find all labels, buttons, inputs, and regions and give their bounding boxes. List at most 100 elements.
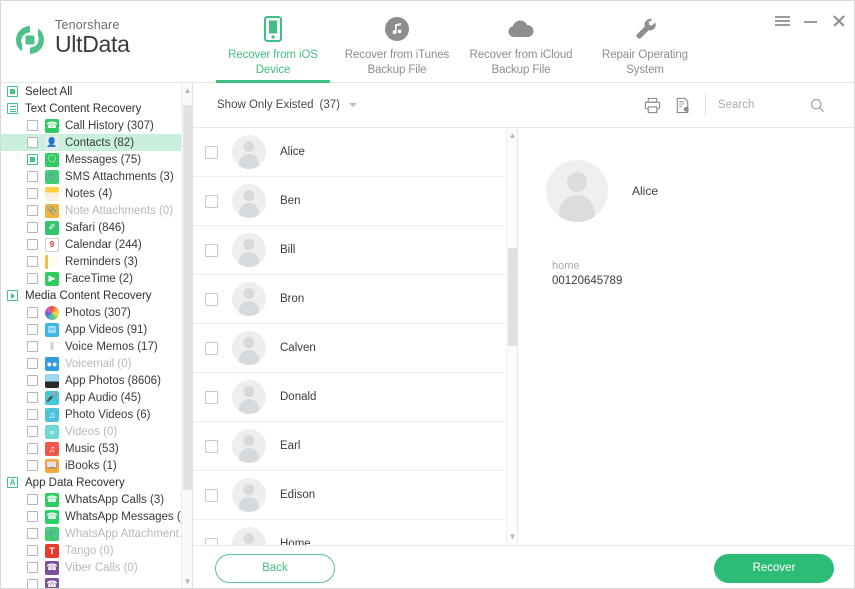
tab-recover-from-ios-device[interactable]: Recover from iOS Device [213, 1, 333, 83]
contact-row[interactable]: Ben [193, 177, 507, 226]
checkbox[interactable] [27, 154, 38, 165]
sidebar-item-sms-attachments-3[interactable]: 📎SMS Attachments (3) [1, 168, 193, 185]
contact-row[interactable]: Edison [193, 471, 507, 520]
contact-list-scrollbar-thumb[interactable] [508, 248, 517, 346]
sidebar-item-tango-0[interactable]: TTango (0) [1, 542, 193, 559]
sidebar-item-photo-videos-6[interactable]: ♫Photo Videos (6) [1, 406, 193, 423]
sidebar-scrollbar-thumb[interactable] [183, 105, 192, 490]
contact-checkbox[interactable] [205, 489, 218, 502]
contact-checkbox[interactable] [205, 538, 218, 546]
sidebar-item-music-53[interactable]: ♫Music (53) [1, 440, 193, 457]
sidebar-item-app-photos-8606[interactable]: App Photos (8606) [1, 372, 193, 389]
search-box[interactable] [718, 98, 838, 113]
contact-checkbox[interactable] [205, 244, 218, 257]
checkbox[interactable] [27, 273, 38, 284]
checkbox[interactable] [27, 256, 38, 267]
sidebar-item-whatsapp-messages-3[interactable]: ☎WhatsApp Messages (3) [1, 508, 193, 525]
menu-icon[interactable] [775, 13, 790, 28]
contact-checkbox[interactable] [205, 342, 218, 355]
sidebar-item-note-attachments-0[interactable]: 📎Note Attachments (0) [1, 202, 193, 219]
sidebar-item-app-audio-45[interactable]: 🎤App Audio (45) [1, 389, 193, 406]
checkbox[interactable] [27, 341, 38, 352]
sidebar-item-photos-307[interactable]: Photos (307) [1, 304, 193, 321]
sidebar-scrollbar[interactable]: ▲ ▼ [181, 83, 192, 589]
checkbox[interactable] [27, 528, 38, 539]
checkbox[interactable] [27, 120, 38, 131]
tab-recover-from-itunes-backup[interactable]: Recover from iTunes Backup File [337, 1, 457, 83]
sidebar-group-text-content-recovery[interactable]: Text Content Recovery [1, 100, 193, 117]
sidebar-item-notes-4[interactable]: Notes (4) [1, 185, 193, 202]
sidebar-select-all[interactable]: Select All [1, 83, 193, 100]
contact-checkbox[interactable] [205, 146, 218, 159]
checkbox[interactable] [27, 443, 38, 454]
checkbox[interactable] [7, 103, 18, 114]
back-button[interactable]: Back [215, 554, 335, 583]
tab-repair-operating-system[interactable]: Repair Operating System [585, 1, 705, 83]
checkbox[interactable] [27, 494, 38, 505]
sidebar-item-whatsapp-attachments-0[interactable]: 📎WhatsApp Attachments (0) [1, 525, 193, 542]
checkbox[interactable] [7, 290, 18, 301]
sidebar-item-call-history-307[interactable]: ☎Call History (307) [1, 117, 193, 134]
checkbox[interactable] [27, 545, 38, 556]
sidebar-item-voice-memos-17[interactable]: ‖Voice Memos (17) [1, 338, 193, 355]
checkbox[interactable] [27, 460, 38, 471]
printer-icon[interactable] [639, 92, 665, 118]
contact-list-scrollbar[interactable]: ▲ ▼ [506, 128, 517, 545]
checkbox[interactable] [27, 171, 38, 182]
sidebar-item-app-videos-91[interactable]: ▤App Videos (91) [1, 321, 193, 338]
checkbox[interactable] [27, 358, 38, 369]
contact-checkbox[interactable] [205, 293, 218, 306]
scroll-down-icon[interactable]: ▼ [182, 576, 193, 588]
contact-row[interactable]: Bron [193, 275, 507, 324]
checkbox[interactable] [27, 562, 38, 573]
checkbox[interactable] [27, 392, 38, 403]
sidebar-item-reminders-3[interactable]: Reminders (3) [1, 253, 193, 270]
checkbox[interactable] [27, 239, 38, 250]
checkbox[interactable] [27, 426, 38, 437]
scroll-down-icon[interactable]: ▼ [507, 531, 518, 543]
sidebar-item-calendar-244[interactable]: 9Calendar (244) [1, 236, 193, 253]
sidebar-item-whatsapp-calls-3[interactable]: ☎WhatsApp Calls (3) [1, 491, 193, 508]
close-icon[interactable] [831, 13, 846, 28]
tab-recover-from-icloud-backup[interactable]: Recover from iCloud Backup File [461, 1, 581, 83]
sidebar-item-facetime-2[interactable]: ▶FaceTime (2) [1, 270, 193, 287]
contact-checkbox[interactable] [205, 440, 218, 453]
contact-checkbox[interactable] [205, 195, 218, 208]
contact-row[interactable]: Home [193, 520, 507, 545]
checkbox[interactable] [27, 188, 38, 199]
export-report-icon[interactable] [669, 92, 695, 118]
scroll-up-icon[interactable]: ▲ [507, 130, 518, 142]
sidebar-item-voicemail-0[interactable]: ●●Voicemail (0) [1, 355, 193, 372]
sidebar-item-viber-messages-icon[interactable]: ☎ [1, 576, 193, 589]
minimize-icon[interactable] [803, 13, 818, 28]
contact-row[interactable]: Donald [193, 373, 507, 422]
checkbox[interactable] [27, 375, 38, 386]
sidebar-item-contacts-82[interactable]: 👤Contacts (82) [1, 134, 193, 151]
sidebar-item-safari-846[interactable]: ✐Safari (846) [1, 219, 193, 236]
checkbox[interactable] [27, 307, 38, 318]
recover-button[interactable]: Recover [714, 554, 834, 583]
sidebar-item-messages-75[interactable]: 🗨Messages (75) [1, 151, 193, 168]
search-icon[interactable] [810, 98, 825, 113]
contact-row[interactable]: Alice [193, 128, 507, 177]
sidebar-item-ibooks-1[interactable]: 📖iBooks (1) [1, 457, 193, 474]
sidebar-item-viber-calls-0[interactable]: ☎Viber Calls (0) [1, 559, 193, 576]
checkbox[interactable] [27, 324, 38, 335]
sidebar-group-media-content-recovery[interactable]: Media Content Recovery [1, 287, 193, 304]
show-only-existed-filter[interactable]: Show Only Existed (37) [217, 99, 357, 111]
checkbox[interactable]: A [7, 477, 18, 488]
checkbox[interactable] [27, 222, 38, 233]
sidebar-group-app-data-recovery[interactable]: AApp Data Recovery [1, 474, 193, 491]
sidebar-item-videos-0[interactable]: »Videos (0) [1, 423, 193, 440]
checkbox[interactable] [27, 409, 38, 420]
search-input[interactable] [718, 99, 810, 111]
checkbox[interactable] [7, 86, 18, 97]
contact-checkbox[interactable] [205, 391, 218, 404]
checkbox[interactable] [27, 579, 38, 589]
checkbox[interactable] [27, 511, 38, 522]
scroll-up-icon[interactable]: ▲ [182, 85, 193, 97]
contact-row[interactable]: Earl [193, 422, 507, 471]
contact-row[interactable]: Calven [193, 324, 507, 373]
contact-row[interactable]: Bill [193, 226, 507, 275]
checkbox[interactable] [27, 137, 38, 148]
